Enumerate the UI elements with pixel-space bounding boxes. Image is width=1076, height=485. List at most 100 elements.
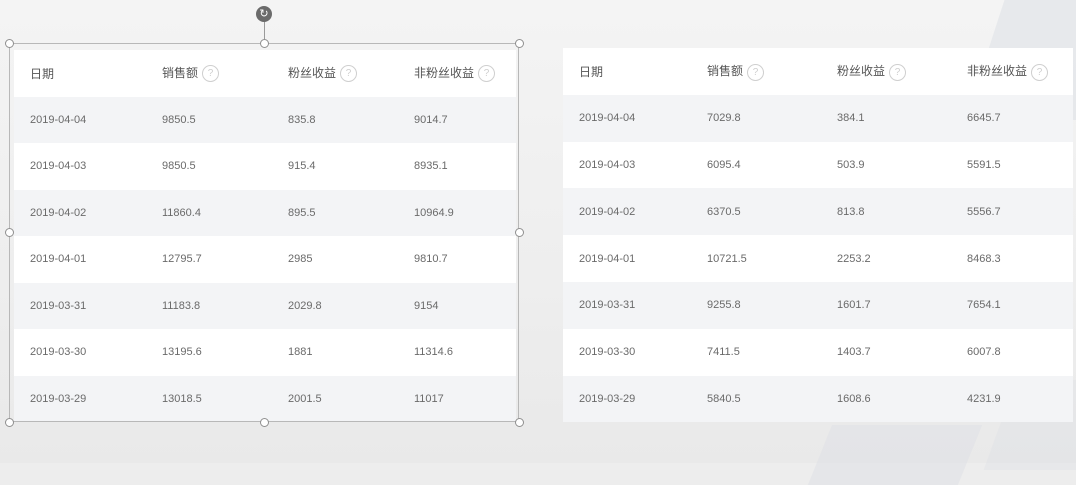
table-cell: 5556.7 [967, 205, 1001, 218]
column-header-label: 非粉丝收益 [967, 64, 1028, 79]
table-row: 2019-04-04 9850.5 835.8 9014.7 [14, 96, 516, 143]
table-row: 2019-04-02 11860.4 895.5 10964.9 [14, 189, 516, 236]
left-table[interactable]: 日期 销售额? 粉丝收益? 非粉丝收益? 2019-04-04 9850.5 835.8 90… [14, 50, 516, 422]
right-table[interactable]: 日期 销售额? 粉丝收益? 非粉丝收益? 2019-04-04 7029.8 384.1 66… [563, 48, 1073, 423]
table-row: 2019-04-01 10721.5 2253.2 8468.3 [563, 235, 1073, 282]
column-header-label: 粉丝收益 [837, 64, 886, 79]
table-cell: 7411.5 [707, 346, 740, 359]
column-header-label: 销售额 [707, 64, 744, 79]
table-cell: 6095.4 [707, 158, 741, 171]
table-cell: 13018.5 [162, 392, 202, 405]
table-row: 2019-04-03 6095.4 503.9 5591.5 [563, 142, 1073, 189]
table-cell: 2253.2 [837, 252, 871, 265]
column-header: 日期 [14, 65, 162, 82]
table-row: 2019-03-31 11183.8 2029.8 9154 [14, 282, 516, 329]
question-circle-icon[interactable]: ? [747, 63, 765, 81]
table-cell: 9154 [414, 299, 439, 312]
rotate-handle-icon[interactable]: ↻ [256, 6, 272, 22]
table-cell: 8935.1 [414, 160, 448, 173]
table-cell: 2019-04-04 [579, 112, 636, 125]
resize-handle[interactable] [260, 39, 269, 48]
question-circle-icon[interactable]: ? [889, 63, 907, 81]
table-cell: 384.1 [837, 112, 865, 125]
table-cell: 915.4 [288, 160, 316, 173]
table-cell: 2985 [288, 253, 313, 266]
table-cell: 2019-03-29 [579, 392, 636, 405]
table-cell: 2019-03-31 [579, 299, 636, 312]
table-cell: 10721.5 [707, 252, 747, 265]
table-cell: 2019-04-01 [579, 252, 636, 265]
question-circle-icon[interactable]: ? [340, 65, 358, 83]
table-row: 2019-04-04 7029.8 384.1 6645.7 [563, 94, 1073, 142]
column-header-label: 日期 [30, 66, 55, 81]
resize-handle[interactable] [5, 39, 14, 48]
table-cell: 1608.6 [837, 392, 871, 405]
table-row: 2019-04-02 6370.5 813.8 5556.7 [563, 188, 1073, 236]
table-cell: 7654.1 [967, 299, 1001, 312]
table-row: 2019-03-31 9255.8 1601.7 7654.1 [563, 281, 1073, 329]
table-header-row: 日期 销售额? 粉丝收益? 非粉丝收益? [563, 48, 1073, 95]
resize-handle[interactable] [515, 228, 524, 237]
column-header: 粉丝收益? [837, 62, 967, 81]
table-cell: 503.9 [837, 158, 865, 171]
table-cell: 895.5 [288, 206, 316, 219]
column-header: 粉丝收益? [288, 64, 414, 83]
column-header: 非粉丝收益? [414, 64, 514, 83]
table-row: 2019-03-29 13018.5 2001.5 11017 [14, 375, 516, 422]
table-row: 2019-03-30 7411.5 1403.7 6007.8 [563, 329, 1073, 376]
table-cell: 2019-03-31 [30, 299, 87, 312]
question-circle-icon[interactable]: ? [478, 65, 496, 83]
table-cell: 2019-03-30 [30, 346, 87, 359]
table-cell: 9850.5 [162, 160, 196, 173]
table-cell: 1881 [288, 346, 313, 359]
background-decoration [807, 425, 983, 485]
question-circle-icon[interactable]: ? [1031, 63, 1049, 81]
column-header: 销售额? [162, 64, 288, 83]
table-cell: 6370.5 [707, 205, 741, 218]
table-cell: 1403.7 [837, 346, 871, 359]
table-cell: 2019-03-30 [579, 346, 636, 359]
table-cell: 2019-04-04 [30, 113, 87, 126]
resize-handle[interactable] [515, 418, 524, 427]
table-cell: 2019-04-02 [579, 205, 636, 218]
table-cell: 813.8 [837, 205, 865, 218]
table-cell: 13195.6 [162, 346, 202, 359]
table-cell: 835.8 [288, 113, 316, 126]
table-cell: 4231.9 [967, 392, 1001, 405]
resize-handle[interactable] [515, 39, 524, 48]
column-header: 日期 [563, 63, 707, 80]
table-cell: 5591.5 [967, 158, 1001, 171]
table-cell: 2019-04-03 [30, 160, 87, 173]
question-circle-icon[interactable]: ? [202, 65, 220, 83]
table-cell: 5840.5 [707, 392, 741, 405]
table-cell: 2019-04-01 [30, 253, 87, 266]
table-cell: 9810.7 [414, 253, 448, 266]
table-cell: 11183.8 [162, 299, 201, 312]
table-cell: 1601.7 [837, 299, 871, 312]
table-cell: 10964.9 [414, 206, 454, 219]
table-cell: 8468.3 [967, 252, 1001, 265]
resize-handle[interactable] [5, 228, 14, 237]
column-header-label: 销售额 [162, 66, 199, 81]
table-cell: 6645.7 [967, 112, 1001, 125]
table-cell: 9255.8 [707, 299, 741, 312]
table-row: 2019-04-01 12795.7 2985 9810.7 [14, 236, 516, 283]
resize-handle[interactable] [5, 418, 14, 427]
table-cell: 2019-04-03 [579, 158, 636, 171]
table-cell: 7029.8 [707, 112, 741, 125]
column-header-label: 日期 [579, 64, 604, 79]
table-cell: 2019-03-29 [30, 392, 87, 405]
table-cell: 11017 [414, 392, 444, 405]
table-cell: 11860.4 [162, 206, 201, 219]
table-cell: 9850.5 [162, 113, 196, 126]
table-cell: 12795.7 [162, 253, 202, 266]
slide-canvas: 日期 销售额? 粉丝收益? 非粉丝收益? 2019-04-04 9850.5 835.8 90… [0, 0, 1076, 485]
column-header-label: 粉丝收益 [288, 66, 337, 81]
table-cell: 6007.8 [967, 346, 1001, 359]
resize-handle[interactable] [260, 418, 269, 427]
table-header-row: 日期 销售额? 粉丝收益? 非粉丝收益? [14, 50, 516, 97]
column-header: 非粉丝收益? [967, 62, 1067, 81]
table-row: 2019-04-03 9850.5 915.4 8935.1 [14, 143, 516, 190]
column-header-label: 非粉丝收益 [414, 66, 475, 81]
table-cell: 2019-04-02 [30, 206, 87, 219]
